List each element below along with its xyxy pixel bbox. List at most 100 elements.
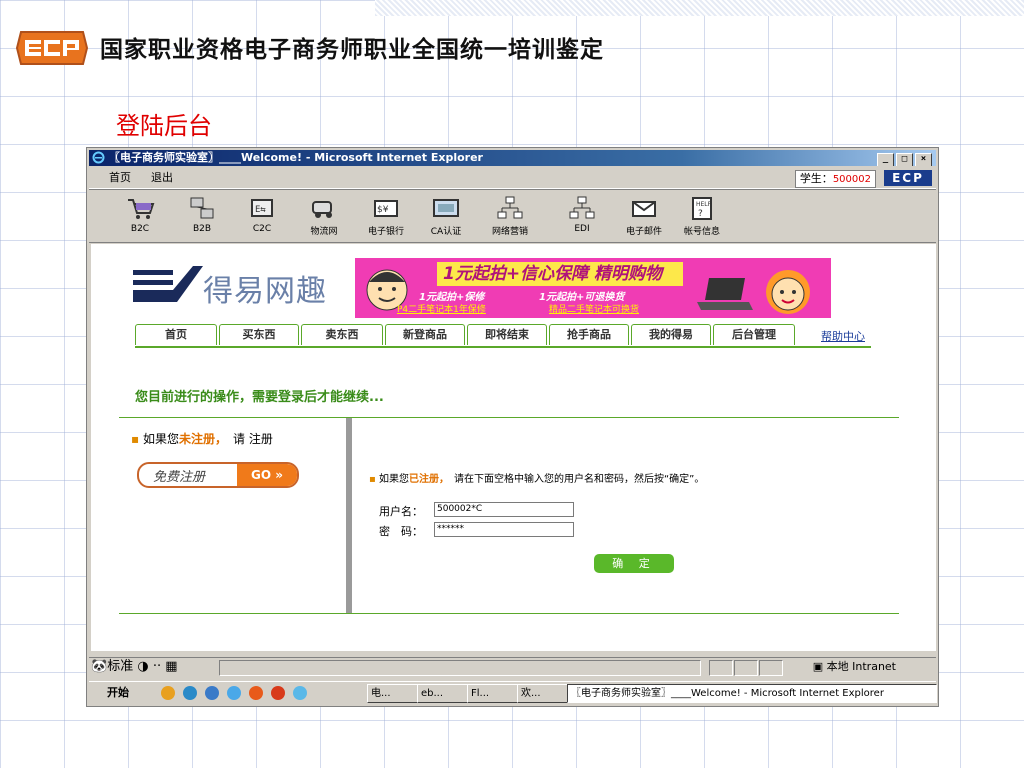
help-center-link[interactable]: 帮助中心 <box>821 328 865 344</box>
keyboard-icon: ▦ <box>165 659 178 674</box>
password-label: 密 码： <box>379 525 423 538</box>
toolbar-b2b[interactable]: B2B <box>179 196 225 234</box>
girl-face-icon <box>766 270 810 314</box>
toolbar: B2C B2B E⇆ C2C 物流网 $¥ 电子银行 CA认证 网络营销 EDI 电… <box>89 189 936 243</box>
go-badge: GO » <box>237 464 297 486</box>
promo-banner[interactable]: 1元起拍+信心保障 精明购物 1元起拍+保修 1元起拍+可退换货 P4二手笔记本… <box>355 258 831 318</box>
shopping-cart-icon <box>128 199 155 219</box>
bullet-icon: ▪ <box>131 432 143 446</box>
quicklaunch-icon[interactable] <box>293 686 307 700</box>
toolbar-email[interactable]: 电子邮件 <box>621 196 667 237</box>
start-button[interactable]: 开始 <box>91 685 129 701</box>
tab-hot-items[interactable]: 抢手商品 <box>549 324 629 345</box>
certificate-icon <box>433 199 459 217</box>
hierarchy-icon <box>497 196 523 219</box>
ime-mode: 标准 <box>107 659 134 674</box>
quicklaunch-icon[interactable] <box>161 686 175 700</box>
site-nav-tabs: 首页 买东西 卖东西 新登商品 即将结束 抢手商品 我的得易 后台管理 <box>135 324 871 348</box>
banner-link1[interactable]: P4二手笔记本1年保修 <box>397 302 486 315</box>
toolbar-label: 电子邮件 <box>625 227 662 237</box>
status-message <box>219 660 701 676</box>
toolbar-b2c[interactable]: B2C <box>117 196 163 234</box>
tab-ending-soon[interactable]: 即将结束 <box>467 324 547 345</box>
taskbar-item[interactable]: 欢... <box>517 684 569 703</box>
free-register-button[interactable]: 免费注册 GO » <box>137 462 299 488</box>
status-cell <box>759 660 783 676</box>
toolbar-label: EDI <box>574 224 590 234</box>
ie-window: 〖电子商务师实验室〗____Welcome! - Microsoft Inter… <box>86 147 939 707</box>
username-input[interactable]: 500002*C <box>434 502 574 517</box>
login-required-notice: 您目前进行的操作，需要登录后才能继续... <box>135 390 384 405</box>
ecp-badge: ECP <box>884 170 932 186</box>
toolbar-label: 帐号信息 <box>683 227 720 237</box>
start-label: 开始 <box>107 686 129 699</box>
quicklaunch-icon[interactable] <box>227 686 241 700</box>
security-zone: ▣ 本地 Intranet <box>813 659 896 675</box>
note-emphasis: 未注册， <box>178 432 221 446</box>
note-text: 请在下面空格中输入您的用户名和密码，然后按“确定”。 <box>453 474 705 485</box>
toolbar-marketing[interactable]: 网络营销 <box>487 196 533 237</box>
toolbar-account[interactable]: HELP? 帐号信息 <box>679 196 725 237</box>
tab-sell[interactable]: 卖东西 <box>301 324 383 345</box>
tab-buy[interactable]: 买东西 <box>219 324 299 345</box>
svg-text:?: ? <box>698 209 703 219</box>
banner-line1: 1元起拍+保修 <box>419 292 485 303</box>
toolbar-edi[interactable]: EDI <box>559 196 605 234</box>
divider <box>119 613 899 614</box>
toolbar-logistics[interactable]: 物流网 <box>301 196 347 237</box>
menubar: 首页 退出 学生：500002 ECP <box>89 168 936 189</box>
quicklaunch-icon[interactable] <box>249 686 263 700</box>
menu-logout[interactable]: 退出 <box>151 168 173 188</box>
status-cell <box>709 660 733 676</box>
toolbar-label: C2C <box>252 224 272 234</box>
taskbar-item[interactable]: Fl... <box>467 684 519 703</box>
truck-icon <box>312 201 332 218</box>
quicklaunch-icon[interactable] <box>183 686 197 700</box>
maximize-button[interactable]: □ <box>896 153 913 166</box>
banner-headline: 1元起拍+信心保障 精明购物 <box>437 262 683 286</box>
edi-icon <box>569 196 595 219</box>
section-title: 登陆后台 <box>116 112 212 140</box>
password-input[interactable]: ****** <box>434 522 574 537</box>
banner-link2[interactable]: 精品二手笔记本可换货 <box>549 302 639 315</box>
student-label: 学生： <box>799 172 833 185</box>
ecp-logo <box>15 31 89 65</box>
menu-home[interactable]: 首页 <box>109 168 131 188</box>
quicklaunch-icon[interactable] <box>271 686 285 700</box>
svg-text:$¥: $¥ <box>377 205 389 215</box>
register-label: 免费注册 <box>153 470 206 485</box>
note-text: 如果您 <box>142 432 179 446</box>
tab-home[interactable]: 首页 <box>135 324 217 345</box>
laptop-icon <box>697 278 753 310</box>
username-label: 用户名： <box>379 505 423 518</box>
note-text: 请 注册 <box>233 432 273 446</box>
tab-admin[interactable]: 后台管理 <box>713 324 795 345</box>
banner-line2: 1元起拍+可退换货 <box>539 292 625 303</box>
quicklaunch-icon[interactable] <box>205 686 219 700</box>
ime-moon-icon: ◑ <box>137 659 149 674</box>
toolbar-ca[interactable]: CA认证 <box>423 196 469 237</box>
toolbar-c2c[interactable]: E⇆ C2C <box>239 196 285 234</box>
toolbar-ebank[interactable]: $¥ 电子银行 <box>363 196 409 237</box>
taskbar-item-active[interactable]: 〖电子商务师实验室〗____Welcome! - Microsoft Inter… <box>567 684 937 703</box>
registered-note: ▪ 如果您已注册， 请在下面空格中输入您的用户名和密码，然后按“确定”。 <box>369 470 704 485</box>
taskbar-item[interactable]: 电... <box>367 684 419 703</box>
toolbar-label: 网络营销 <box>491 227 528 237</box>
svg-text:E⇆: E⇆ <box>255 205 266 215</box>
close-button[interactable]: × <box>915 153 932 166</box>
tab-my-account[interactable]: 我的得易 <box>631 324 711 345</box>
ime-punct-icon: ·· <box>152 659 162 674</box>
taskbar-item[interactable]: eb... <box>417 684 469 703</box>
tab-new-items[interactable]: 新登商品 <box>385 324 465 345</box>
mail-icon <box>632 201 656 217</box>
toolbar-label: 电子银行 <box>367 227 404 237</box>
window-title: 〖电子商务师实验室〗____Welcome! - Microsoft Inter… <box>109 151 483 164</box>
exchange-icon: E⇆ <box>251 199 273 217</box>
divider <box>119 417 899 418</box>
svg-text:HELP: HELP <box>696 201 712 208</box>
confirm-button[interactable]: 确 定 <box>594 554 674 573</box>
top-decorative-band <box>375 0 1024 16</box>
minimize-button[interactable]: _ <box>877 153 894 166</box>
student-indicator: 学生：500002 <box>794 170 876 188</box>
window-titlebar[interactable]: 〖电子商务师实验室〗____Welcome! - Microsoft Inter… <box>89 150 936 166</box>
